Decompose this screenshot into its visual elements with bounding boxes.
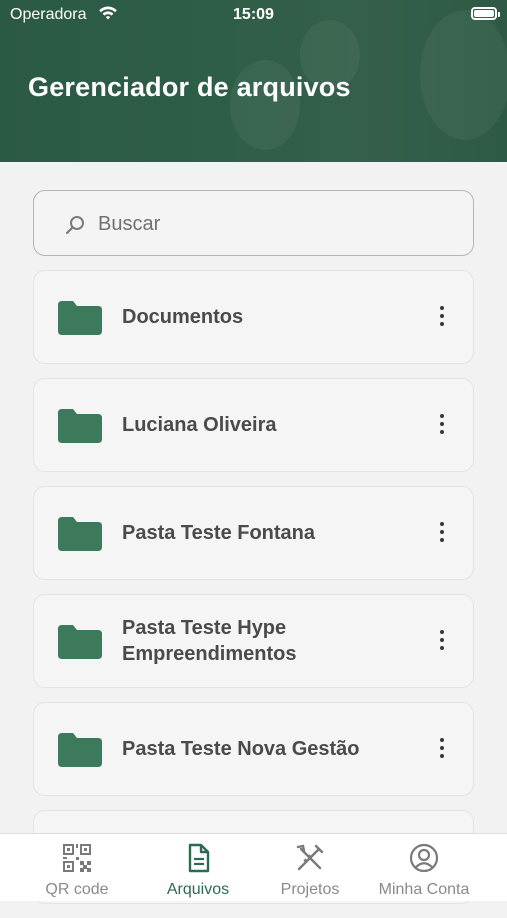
clock: 15:09 [233, 6, 274, 23]
folder-item[interactable]: Pasta Teste Hype Empreendimentos [33, 594, 474, 688]
tab-projetos[interactable]: Projetos [247, 834, 373, 901]
folder-item[interactable]: Documentos [33, 270, 474, 364]
qr-code-icon [63, 844, 91, 872]
tools-icon [296, 844, 324, 871]
search-input[interactable]: Buscar [33, 190, 474, 256]
search-icon [65, 216, 84, 235]
folder-item[interactable]: Pasta Teste Nova Gestão [33, 702, 474, 796]
header: Operadora 15:09 Gerenciador de arquivos [0, 0, 507, 162]
battery-icon [471, 7, 500, 20]
more-options-icon[interactable] [439, 414, 445, 436]
more-options-icon[interactable] [439, 306, 445, 328]
status-bar: Operadora 15:09 [0, 0, 507, 30]
folder-name: Documentos [122, 306, 244, 328]
tab-label: QR code [45, 881, 109, 898]
more-options-icon[interactable] [439, 630, 445, 652]
tab-qr-code[interactable]: QR code [14, 834, 140, 901]
tab-label: Arquivos [166, 881, 230, 898]
tab-bar: QR code Arquivos Projetos Minha Conta [0, 833, 507, 901]
page-title: Gerenciador de arquivos [28, 72, 351, 102]
folder-name: Pasta Teste Hype Empreendimentos [122, 617, 297, 665]
folder-icon [58, 625, 102, 659]
folder-icon [58, 733, 102, 767]
file-icon [188, 843, 210, 873]
tab-label: Minha Conta [378, 881, 470, 898]
folder-list: Documentos Luciana Oliveira Pasta Teste … [33, 270, 474, 918]
more-options-icon[interactable] [439, 738, 445, 760]
folder-item[interactable]: Pasta Teste Fontana [33, 486, 474, 580]
folder-item[interactable]: Luciana Oliveira [33, 378, 474, 472]
folder-icon [58, 301, 102, 335]
folder-icon [58, 517, 102, 551]
tab-arquivos[interactable]: Arquivos [135, 834, 261, 901]
tab-minha-conta[interactable]: Minha Conta [361, 834, 487, 901]
tab-label: Projetos [280, 881, 340, 898]
folder-icon [58, 409, 102, 443]
user-circle-icon [409, 843, 439, 873]
more-options-icon[interactable] [439, 522, 445, 544]
folder-name: Pasta Teste Fontana [122, 522, 316, 544]
search-placeholder: Buscar [98, 213, 161, 235]
folder-name: Pasta Teste Nova Gestão [122, 738, 360, 760]
folder-name: Luciana Oliveira [122, 414, 277, 436]
